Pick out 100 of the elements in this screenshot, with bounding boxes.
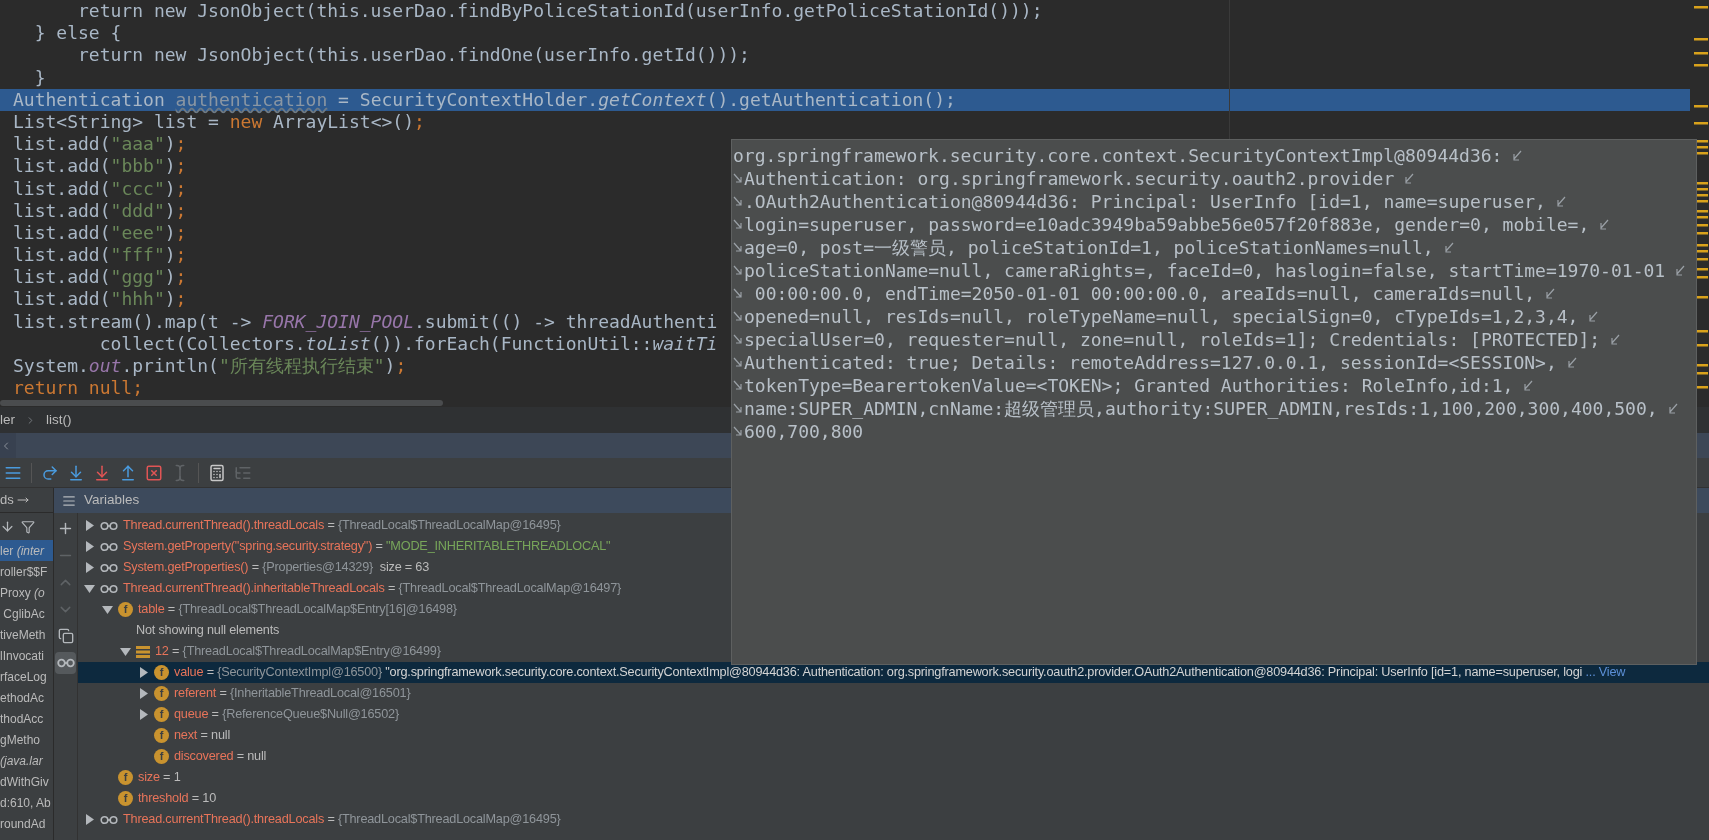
frames-title[interactable]: ds [0, 490, 14, 510]
code-line: } [33, 66, 46, 89]
tree-arrow-icon[interactable] [120, 646, 131, 657]
soft-wrap-icon [1522, 379, 1534, 392]
field-badge: f [154, 728, 169, 743]
tooltip-line: .OAuth2Authentication@80944d36: Principal: UserInfo [id=1, name=superuser, [744, 190, 1546, 213]
code-line: list.add("ddd"); [13, 199, 187, 222]
glasses-icon[interactable] [55, 652, 76, 674]
tree-arrow-icon[interactable] [102, 604, 113, 615]
frame-item[interactable]: d:610, Ab [0, 792, 53, 813]
code-line: list.add("bbb"); [13, 155, 187, 178]
wrap-continuation-icon [733, 356, 743, 369]
menu-icon[interactable] [62, 493, 76, 508]
variable-row[interactable]: 12 = {ThreadLocal$ThreadLocalMap$Entry@16499} [78, 641, 1709, 662]
frame-item[interactable]: roller$$F [0, 561, 53, 582]
field-badge: f [154, 686, 169, 701]
array-icon [136, 645, 150, 658]
tree-arrow-icon[interactable] [138, 709, 149, 720]
variable-row[interactable]: System.getProperty("spring.security.strategy") = "MODE_INHERITABLETHREADLOCAL" [78, 536, 1709, 557]
wrap-continuation-icon [733, 195, 743, 208]
code-line: System.out.println("所有线程执行结束"); [13, 355, 407, 378]
frame-item[interactable]: dWithGiv [0, 771, 53, 792]
breadcrumb-item[interactable]: ler [0, 409, 15, 431]
glasses-icon [100, 814, 118, 825]
tree-arrow-icon[interactable] [84, 541, 95, 552]
code-line: return null; [13, 377, 144, 400]
field-badge: f [118, 602, 133, 617]
horizontal-scrollbar[interactable] [0, 400, 443, 406]
variable-row[interactable]: Thread.currentThread().threadLocals = {ThreadLocal$ThreadLocalMap@16495} [78, 515, 1709, 536]
tree-arrow-icon[interactable] [138, 667, 149, 678]
variable-row[interactable]: f discovered = null [78, 746, 1709, 767]
soft-wrap-icon [1403, 172, 1415, 185]
filter-icon[interactable] [21, 519, 35, 534]
tooltip-line: specialUser=0, requester=null, zone=null, roleIds=1]; Credentials: [PROTECTED]; [744, 328, 1601, 351]
variable-row[interactable]: Thread.currentThread().threadLocals = {ThreadLocal$ThreadLocalMap@16495} [78, 809, 1709, 830]
tooltip-line: login=superuser, password=e10adc3949ba59abbe56e057f20f883e, gender=0, mobile=, [744, 213, 1590, 236]
frame-item[interactable]: tiveMeth [0, 624, 53, 645]
tooltip-line: Authentication: org.springframework.security.oauth2.provider [744, 167, 1395, 190]
frame-item[interactable]: Proxy (o [0, 582, 53, 603]
variable-row[interactable]: f queue = {ReferenceQueue$Null@16502} [78, 704, 1709, 725]
tooltip-line: opened=null, resIds=null, roleTypeName=null, specialSign=0, cTypeIds=1,2,3,4, [744, 305, 1579, 328]
frame-item[interactable]: gMetho [0, 729, 53, 750]
variable-row[interactable]: f size = 1 [78, 767, 1709, 788]
wrap-continuation-icon [733, 402, 743, 415]
frame-item[interactable]: ler (inter [0, 540, 53, 561]
variable-row[interactable]: Thread.currentThread().inheritableThreadLocals = {ThreadLocal$ThreadLocalMap@16497} [78, 578, 1709, 599]
code-line: list.add("fff"); [13, 244, 187, 267]
frame-item[interactable]: rfaceLog [0, 666, 53, 687]
wrap-continuation-icon [733, 172, 743, 185]
variable-row[interactable]: f table = {ThreadLocal$ThreadLocalMap$Entry[16]@16498} [78, 599, 1709, 620]
code-line: List<String> list = new ArrayList<>(); [13, 110, 425, 134]
soft-wrap-icon [1442, 241, 1454, 254]
variable-row[interactable]: f threshold = 10 [78, 788, 1709, 809]
code-line: list.add("ccc"); [13, 177, 187, 200]
code-line: list.add("hhh"); [13, 288, 187, 311]
field-badge: f [118, 791, 133, 806]
frame-item[interactable]: CglibAc [0, 603, 53, 624]
tooltip-line: tokenType=BearertokenValue=<TOKEN>; Granted Authorities: RoleInfo,id:1, [744, 374, 1514, 397]
wrap-continuation-icon [733, 287, 743, 300]
soft-wrap-icon [1565, 356, 1577, 369]
glasses-icon [100, 541, 118, 552]
arrow-down-icon[interactable] [0, 519, 15, 534]
soft-wrap-icon [1674, 264, 1686, 277]
variable-row[interactable]: f next = null [78, 725, 1709, 746]
soft-wrap-icon [1587, 310, 1599, 323]
tooltip-line: name:SUPER_ADMIN,cnName:超级管理员,authority:SUPER_ADMIN,resIds:1,100,200,300,400,500, [744, 397, 1658, 420]
tree-arrow-icon[interactable] [84, 583, 95, 594]
wrap-continuation-icon [733, 241, 743, 254]
field-badge: f [154, 749, 169, 764]
tooltip-line: Authenticated: true; Details: remoteAddress=127.0.0.1, sessionId=<SESSION>, [744, 351, 1557, 374]
glasses-icon [100, 562, 118, 573]
code-line: list.stream().map(t -> FORK_JOIN_POOL.submit(() -> threadAuthenti [13, 310, 718, 333]
tooltip-line: policeStationName=null, cameraRights=, faceId=0, haslogin=false, startTime=1970-01-01 [744, 259, 1666, 282]
tree-arrow-icon[interactable] [84, 562, 95, 573]
wrap-continuation-icon [733, 425, 743, 438]
code-line: } else { [33, 22, 122, 45]
soft-wrap-icon [1554, 195, 1566, 208]
frame-item[interactable]: ethodAc [0, 687, 53, 708]
frame-item[interactable]: lInvocati [0, 645, 53, 666]
field-badge: f [118, 770, 133, 785]
frame-item[interactable]: (java.lar [0, 750, 53, 771]
code-line: list.add("ggg"); [13, 266, 187, 289]
soft-wrap-icon [1598, 218, 1610, 231]
wrap-continuation-icon [733, 218, 743, 231]
field-badge: f [154, 707, 169, 722]
variable-row[interactable]: System.getProperties() = {Properties@14329} size = 63 [78, 557, 1709, 578]
glasses-icon [100, 520, 118, 531]
tree-arrow-icon[interactable] [138, 688, 149, 699]
soft-wrap-icon [1666, 402, 1678, 415]
frame-item[interactable]: roundAd [0, 813, 53, 834]
code-line: list.add("eee"); [13, 221, 187, 245]
tree-arrow-icon[interactable] [84, 520, 95, 531]
tree-arrow-icon[interactable] [84, 814, 95, 825]
glasses-icon [100, 583, 118, 594]
soft-wrap-icon [1544, 287, 1556, 300]
breadcrumb-item[interactable]: list() [46, 409, 72, 431]
variable-row[interactable]: f referent = {InheritableThreadLocal@16501} [78, 683, 1709, 704]
tooltip-line: age=0, post=一级警员, policeStationId=1, policeStationNames=null, [744, 236, 1434, 259]
soft-wrap-icon [1609, 333, 1621, 346]
frame-item[interactable]: thodAcc [0, 708, 53, 729]
